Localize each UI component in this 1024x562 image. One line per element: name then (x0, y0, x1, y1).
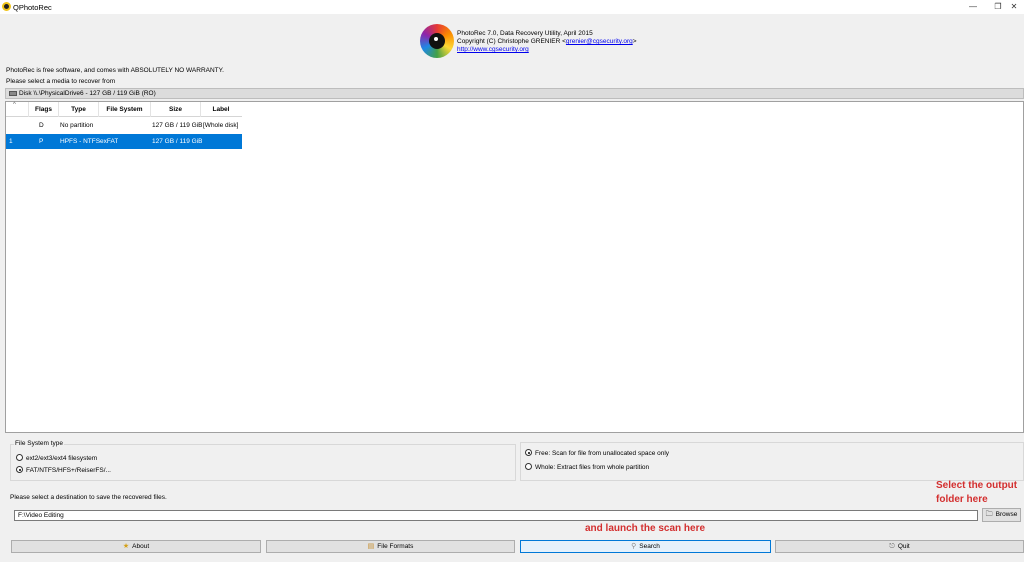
radio-whole[interactable]: Whole: Extract files from whole partitio… (525, 463, 649, 472)
destination-label: Please select a destination to save the … (10, 494, 167, 501)
fs-type-title: File System type (14, 440, 65, 447)
radio-whole-dot (525, 463, 532, 470)
warranty-notice: PhotoRec is free software, and comes wit… (6, 67, 224, 74)
cell-label: [Whole disk] (203, 122, 239, 129)
cell-num: 1 (9, 138, 13, 145)
radio-ext[interactable]: ext2/ext3/ext4 filesystem (16, 454, 97, 463)
select-media-label: Please select a media to recover from (6, 78, 116, 85)
cell-type: No partition (60, 122, 94, 129)
cell-fs: exFAT (100, 138, 119, 145)
window-title: QPhotoRec (13, 3, 52, 12)
title-bar: QPhotoRec — ❐ ✕ (0, 0, 1024, 14)
star-icon: ★ (122, 543, 130, 550)
radio-fat-ntfs[interactable]: FAT/NTFS/HFS+/ReiserFS/... (16, 466, 111, 475)
column-num[interactable] (6, 102, 29, 117)
app-icon (2, 2, 11, 11)
radio-ext-dot (16, 454, 23, 461)
disk-label: Disk \\.\PhysicalDrive6 - 127 GB / 119 G… (19, 90, 156, 97)
radio-fat-ntfs-dot (16, 466, 23, 473)
app-info: PhotoRec 7.0, Data Recovery Utility, Apr… (457, 30, 637, 54)
annotation-scan: and launch the scan here (585, 523, 706, 534)
disk-selector[interactable]: Disk \\.\PhysicalDrive6 - 127 GB / 119 G… (5, 88, 1024, 99)
about-button[interactable]: ★ About (11, 540, 261, 553)
radio-free-dot (525, 449, 532, 456)
search-icon: ⚲ (631, 543, 637, 550)
quit-icon: ⎋ (889, 543, 895, 550)
partition-table: ^ Flags Type File System Size Label D No… (5, 101, 1024, 433)
scan-mode-group (520, 442, 1024, 481)
email-link[interactable]: grenier@cgsecurity.org (566, 38, 633, 45)
minimize-button[interactable]: — (962, 1, 984, 13)
column-flags[interactable]: Flags (29, 102, 59, 117)
cell-size: 127 GB / 119 GiB (152, 138, 203, 145)
table-row[interactable]: D No partition 127 GB / 119 GiB [Whole d… (6, 118, 242, 133)
folder-icon: ▤ (367, 543, 375, 550)
column-size[interactable]: Size (151, 102, 201, 117)
cell-flags: D (39, 122, 44, 129)
disk-drive-icon (9, 90, 17, 96)
browse-button[interactable]: 🗀 Browse (982, 508, 1021, 522)
copyright-line: Copyright (C) Christophe GRENIER <grenie… (457, 38, 637, 45)
cell-size: 127 GB / 119 GiB (152, 122, 203, 129)
radio-free[interactable]: Free: Scan for file from unallocated spa… (525, 449, 669, 458)
close-button[interactable]: ✕ (1003, 1, 1024, 13)
photorec-logo (420, 24, 454, 58)
column-type[interactable]: Type (59, 102, 99, 117)
cell-flags: P (39, 138, 44, 145)
folder-open-icon: 🗀 (985, 511, 993, 518)
cell-type: HPFS - NTFS (60, 138, 101, 145)
annotation-output: Select the output folder here (936, 480, 1018, 505)
quit-button[interactable]: ⎋ Quit (775, 540, 1024, 553)
destination-input[interactable] (14, 510, 978, 521)
search-button[interactable]: ⚲ Search (520, 540, 771, 553)
file-formats-button[interactable]: ▤ File Formats (266, 540, 515, 553)
website-link[interactable]: http://www.cgsecurity.org (457, 46, 637, 54)
column-file-system[interactable]: File System (99, 102, 151, 117)
column-label[interactable]: Label (201, 102, 241, 117)
version-line: PhotoRec 7.0, Data Recovery Utility, Apr… (457, 30, 593, 37)
table-row[interactable]: 1 P HPFS - NTFS exFAT 127 GB / 119 GiB (6, 134, 242, 149)
table-header: ^ Flags Type File System Size Label (6, 102, 242, 117)
